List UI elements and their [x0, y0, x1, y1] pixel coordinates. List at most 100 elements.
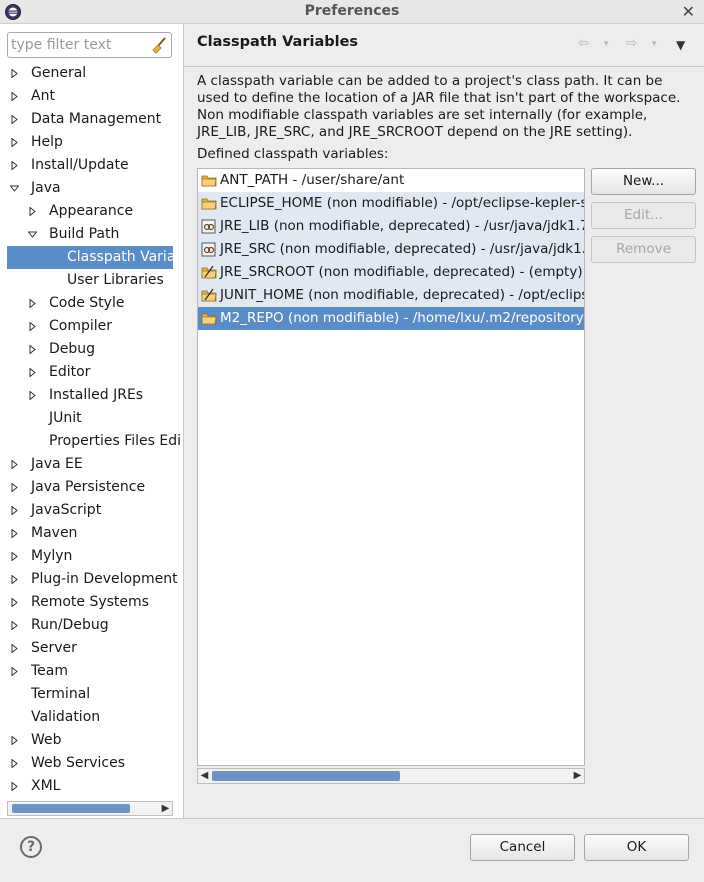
deprecated-folder-icon — [201, 265, 217, 279]
tree-item-remote-systems[interactable]: Remote Systems — [0, 591, 184, 614]
list-horizontal-scrollbar[interactable]: ◀ ▶ — [197, 768, 585, 784]
tree-item-label: Classpath Variab — [67, 249, 173, 265]
collapsed-arrow-icon[interactable] — [28, 345, 37, 354]
collapsed-arrow-icon[interactable] — [10, 529, 19, 538]
collapsed-arrow-icon[interactable] — [10, 506, 19, 515]
variable-row[interactable]: M2_REPO (non modifiable) - /home/lxu/.m2… — [198, 307, 584, 330]
tree-item-plug-in-development[interactable]: Plug-in Development — [0, 568, 184, 591]
variable-row[interactable]: JRE_SRC (non modifiable, deprecated) - /… — [198, 238, 584, 261]
expanded-arrow-icon[interactable] — [28, 230, 37, 239]
scrollbar-thumb[interactable] — [212, 771, 400, 781]
filter-input[interactable] — [11, 35, 149, 55]
tree-item-java-ee[interactable]: Java EE — [0, 453, 184, 476]
collapsed-arrow-icon[interactable] — [28, 207, 37, 216]
collapsed-arrow-icon[interactable] — [10, 667, 19, 676]
tree-item-java[interactable]: Java — [0, 177, 184, 200]
ok-button[interactable]: OK — [584, 834, 689, 861]
collapsed-arrow-icon[interactable] — [10, 138, 19, 147]
tree-item-junit[interactable]: JUnit — [0, 407, 184, 430]
collapsed-arrow-icon[interactable] — [10, 736, 19, 745]
collapsed-arrow-icon[interactable] — [10, 115, 19, 124]
tree-item-server[interactable]: Server — [0, 637, 184, 660]
variable-row[interactable]: JRE_SRCROOT (non modifiable, deprecated)… — [198, 261, 584, 284]
tree-item-web[interactable]: Web — [0, 729, 184, 752]
variable-row[interactable]: JRE_LIB (non modifiable, deprecated) - /… — [198, 215, 584, 238]
variable-row[interactable]: JUNIT_HOME (non modifiable, deprecated) … — [198, 284, 584, 307]
tree-item-classpath-variab[interactable]: Classpath Variab — [7, 246, 173, 269]
tree-item-compiler[interactable]: Compiler — [0, 315, 184, 338]
tree-item-appearance[interactable]: Appearance — [0, 200, 184, 223]
back-menu-chevron-icon[interactable]: ▾ — [604, 39, 609, 49]
new-button[interactable]: New... — [591, 168, 696, 195]
forward-menu-chevron-icon[interactable]: ▾ — [652, 39, 657, 49]
collapsed-arrow-icon[interactable] — [10, 644, 19, 653]
back-icon[interactable]: ⇦ — [578, 36, 589, 51]
variable-label: JRE_SRC (non modifiable, deprecated) - /… — [220, 241, 584, 257]
tree-horizontal-scrollbar[interactable]: ▶ — [7, 801, 173, 816]
tree-item-validation[interactable]: Validation — [0, 706, 184, 729]
collapsed-arrow-icon[interactable] — [10, 552, 19, 561]
tree-item-maven[interactable]: Maven — [0, 522, 184, 545]
window-title: Preferences — [304, 3, 400, 19]
tree-item-ant[interactable]: Ant — [0, 85, 184, 108]
tree-item-javascript[interactable]: JavaScript — [0, 499, 184, 522]
scroll-left-arrow-icon[interactable]: ◀ — [198, 769, 211, 782]
classpath-variables-list[interactable]: ANT_PATH - /user/share/ant ECLIPSE_HOME (… — [197, 168, 585, 766]
tree-item-properties-files-edi[interactable]: Properties Files Edi — [0, 430, 184, 453]
tree-item-label: General — [31, 65, 87, 81]
tree-item-label: Installed JREs — [49, 387, 144, 403]
variable-label: JRE_SRCROOT (non modifiable, deprecated)… — [220, 264, 583, 280]
page-navigation: ⇦ ▾ ⇨ ▾ ▼ — [576, 36, 692, 54]
tree-item-label: Remote Systems — [31, 594, 149, 610]
tree-item-user-libraries[interactable]: User Libraries — [0, 269, 184, 292]
collapsed-arrow-icon[interactable] — [10, 598, 19, 607]
collapsed-arrow-icon[interactable] — [10, 69, 19, 78]
tree-item-team[interactable]: Team — [0, 660, 184, 683]
expanded-arrow-icon[interactable] — [10, 184, 19, 193]
view-menu-icon[interactable]: ▼ — [676, 38, 685, 52]
cancel-button[interactable]: Cancel — [470, 834, 575, 861]
variable-row[interactable]: ANT_PATH - /user/share/ant — [198, 169, 584, 192]
variable-row[interactable]: ECLIPSE_HOME (non modifiable) - /opt/ecl… — [198, 192, 584, 215]
tree-item-run-debug[interactable]: Run/Debug — [0, 614, 184, 637]
edit-button[interactable]: Edit... — [591, 202, 696, 229]
close-window-button[interactable]: ✕ — [682, 2, 695, 21]
collapsed-arrow-icon[interactable] — [28, 322, 37, 331]
tree-item-installed-jres[interactable]: Installed JREs — [0, 384, 184, 407]
collapsed-arrow-icon[interactable] — [10, 483, 19, 492]
tree-item-debug[interactable]: Debug — [0, 338, 184, 361]
tree-item-general[interactable]: General — [0, 62, 184, 85]
tree-item-help[interactable]: Help — [0, 131, 184, 154]
tree-item-java-persistence[interactable]: Java Persistence — [0, 476, 184, 499]
folder-icon — [201, 198, 217, 210]
variable-label: JUNIT_HOME (non modifiable, deprecated) … — [220, 287, 584, 303]
collapsed-arrow-icon[interactable] — [10, 621, 19, 630]
tree-item-data-management[interactable]: Data Management — [0, 108, 184, 131]
forward-icon[interactable]: ⇨ — [626, 36, 637, 51]
scrollbar-thumb[interactable] — [12, 804, 130, 813]
collapsed-arrow-icon[interactable] — [10, 759, 19, 768]
tree-item-web-services[interactable]: Web Services — [0, 752, 184, 775]
scroll-right-arrow-icon[interactable]: ▶ — [571, 769, 584, 782]
remove-button[interactable]: Remove — [591, 236, 696, 263]
collapsed-arrow-icon[interactable] — [28, 391, 37, 400]
collapsed-arrow-icon[interactable] — [10, 161, 19, 170]
tree-item-xml[interactable]: XML — [0, 775, 184, 798]
tree-item-build-path[interactable]: Build Path — [0, 223, 184, 246]
tree-item-terminal[interactable]: Terminal — [0, 683, 184, 706]
collapsed-arrow-icon[interactable] — [10, 575, 19, 584]
collapsed-arrow-icon[interactable] — [28, 299, 37, 308]
tree-item-mylyn[interactable]: Mylyn — [0, 545, 184, 568]
clear-filter-icon[interactable] — [150, 36, 168, 54]
tree-item-code-style[interactable]: Code Style — [0, 292, 184, 315]
jar-icon — [201, 242, 216, 257]
tree-item-editor[interactable]: Editor — [0, 361, 184, 384]
help-icon[interactable]: ? — [20, 836, 42, 858]
page-description: A classpath variable can be added to a p… — [197, 73, 681, 140]
scroll-right-arrow-icon[interactable]: ▶ — [159, 802, 172, 815]
collapsed-arrow-icon[interactable] — [10, 460, 19, 469]
collapsed-arrow-icon[interactable] — [10, 782, 19, 791]
tree-item-install-update[interactable]: Install/Update — [0, 154, 184, 177]
collapsed-arrow-icon[interactable] — [10, 92, 19, 101]
collapsed-arrow-icon[interactable] — [28, 368, 37, 377]
